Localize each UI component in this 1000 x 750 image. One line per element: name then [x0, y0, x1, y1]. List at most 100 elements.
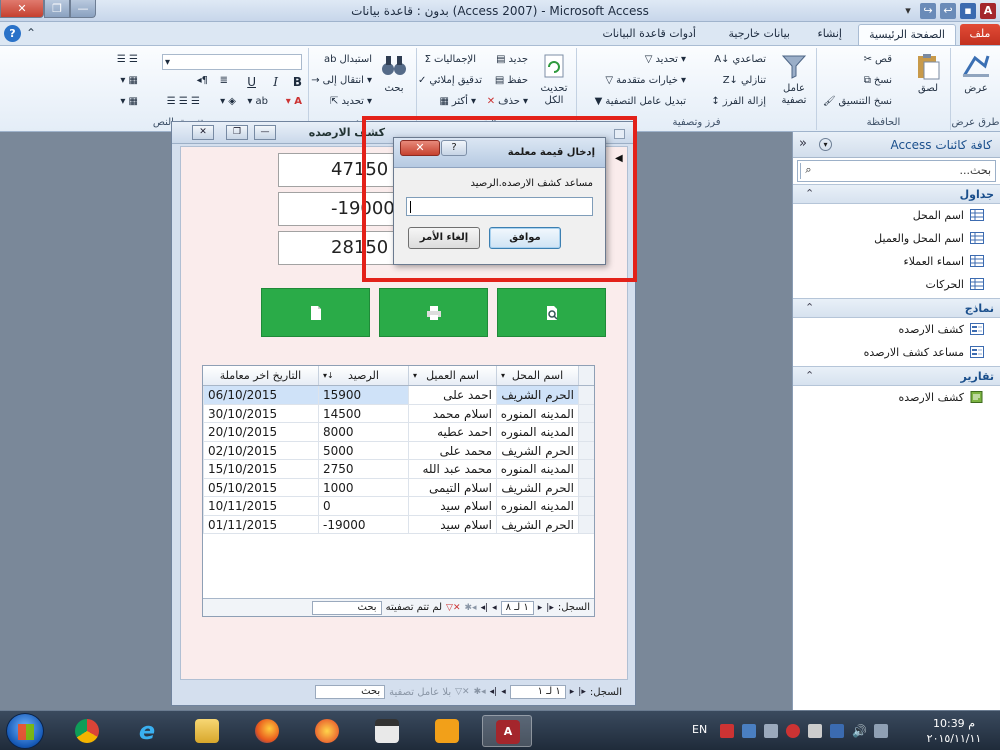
table-row[interactable]: الحرم الشريف اسلام التيمى 1000 05/10/2015	[203, 478, 594, 497]
cell-balance[interactable]: 2750	[318, 460, 408, 478]
volume-icon[interactable]: 🔊	[852, 724, 867, 738]
last-record-icon[interactable]: |◂	[481, 603, 489, 613]
align-right-icon[interactable]: ≣	[220, 75, 228, 86]
row-selector[interactable]	[578, 423, 594, 441]
tab-create[interactable]: إنشاء	[808, 24, 852, 45]
toggle-filter-button[interactable]: تبديل عامل التصفية ▼	[595, 96, 686, 107]
tab-database-tools[interactable]: أدوات قاعدة البيانات	[592, 24, 706, 45]
security-tray-icon[interactable]	[786, 724, 800, 738]
dialog-title-bar[interactable]: ✕ ? إدخال قيمة معلمة	[394, 138, 605, 168]
first-record-icon[interactable]: ▸|	[578, 687, 586, 697]
nav-item-form[interactable]: مساعد كشف الارصده	[793, 341, 1000, 364]
cell-shop[interactable]: الحرم الشريف	[496, 515, 578, 533]
column-header-balance[interactable]: الرصيد ▾↓	[318, 366, 408, 385]
totals-button[interactable]: الإجماليات Σ	[425, 54, 476, 65]
cell-balance[interactable]: 5000	[318, 441, 408, 459]
cell-balance[interactable]: 8000	[318, 423, 408, 441]
column-header-shop[interactable]: اسم المحل ▾	[496, 366, 578, 385]
spelling-button[interactable]: تدقيق إملائي ✓	[418, 75, 482, 86]
minimize-ribbon-icon[interactable]: ⌃	[26, 26, 36, 40]
filter-button[interactable]: عامل تصفية	[774, 52, 814, 107]
cell-balance[interactable]: 1000	[318, 478, 408, 496]
selection-button[interactable]: ▾ تحديد ▽	[645, 54, 686, 65]
record-position-input[interactable]: ١ لـ ١	[509, 685, 566, 699]
filter-status[interactable]: لم تتم تصفيته	[386, 602, 442, 613]
table-row[interactable]: الحرم الشريف احمد على 15900 06/10/2015	[203, 386, 594, 405]
table-row[interactable]: المدينه المنوره محمد عبد الله 2750 15/10/20…	[203, 460, 594, 479]
find-button[interactable]: بحث	[374, 52, 414, 95]
cell-shop[interactable]: المدينه المنوره	[496, 497, 578, 515]
chrome-taskbar-button[interactable]	[62, 715, 112, 747]
column-header-client[interactable]: اسم العميل ▾	[408, 366, 496, 385]
form-restore-button[interactable]: ❐	[226, 125, 248, 140]
new-record-icon[interactable]: ◂✱	[465, 603, 477, 613]
form-search-input[interactable]: بحث	[315, 685, 386, 699]
cut-button[interactable]: قص ✂	[864, 54, 892, 65]
nav-header[interactable]: كافة كائنات Access ▾ «	[793, 132, 1000, 158]
gridlines-icon[interactable]: ▦ ▾	[120, 75, 138, 86]
sort-ascending-button[interactable]: تصاعدي ↓A	[714, 54, 766, 65]
fill-color-icon[interactable]: ◈ ▾	[220, 96, 236, 107]
flag-tray-icon[interactable]	[808, 724, 822, 738]
cell-client[interactable]: اسلام سيد	[408, 515, 496, 533]
row-selector[interactable]	[578, 515, 594, 533]
start-button[interactable]	[6, 713, 44, 749]
cell-date[interactable]: 10/11/2015	[203, 497, 318, 515]
qat-customize-icon[interactable]: ▾	[900, 3, 916, 19]
cell-client[interactable]: محمد على	[408, 441, 496, 459]
italic-button[interactable]: I	[273, 75, 278, 89]
table-row[interactable]: الحرم الشريف اسلام سيد -19000 01/11/2015	[203, 515, 594, 534]
property-sheet-grip-icon[interactable]	[614, 129, 625, 139]
sort-descending-button[interactable]: تنازلي ↓Z	[723, 75, 766, 86]
collapse-icon[interactable]: ⌃	[805, 369, 814, 382]
last-record-icon[interactable]: |◂	[490, 687, 498, 697]
ok-button[interactable]: موافق	[489, 227, 561, 249]
save-record-button[interactable]: حفظ ▤	[495, 75, 528, 86]
filter-status[interactable]: بلا عامل تصفية	[389, 687, 451, 698]
table-row[interactable]: الحرم الشريف محمد على 5000 02/10/2015	[203, 441, 594, 460]
first-record-icon[interactable]: ▸|	[546, 603, 554, 613]
cell-date[interactable]: 01/11/2015	[203, 515, 318, 533]
cell-date[interactable]: 20/10/2015	[203, 423, 318, 441]
shutter-bar-icon[interactable]: «	[799, 136, 807, 151]
collapse-icon[interactable]: ⌃	[805, 301, 814, 314]
player-taskbar-button[interactable]	[422, 715, 472, 747]
filter-status-icon[interactable]: ✕▽	[446, 603, 460, 613]
select-all-cell[interactable]	[578, 366, 594, 385]
cell-shop[interactable]: المدينه المنوره	[496, 404, 578, 422]
cell-shop[interactable]: الحرم الشريف	[496, 441, 578, 459]
list-icon[interactable]: ☰ ☰	[117, 54, 138, 65]
cell-shop[interactable]: الحرم الشريف	[496, 386, 578, 404]
form-minimize-button[interactable]: —	[254, 125, 276, 140]
dialog-help-button[interactable]: ?	[441, 140, 467, 156]
row-selector[interactable]	[578, 478, 594, 496]
column-header-date[interactable]: التاريخ اخر معاملة	[203, 366, 318, 385]
subform-search-input[interactable]: بحث	[311, 600, 382, 615]
view-button[interactable]: عرض	[956, 52, 996, 95]
clapper-taskbar-button[interactable]	[362, 715, 412, 747]
cell-balance[interactable]: -19000	[318, 515, 408, 533]
nav-item-table[interactable]: اسماء العملاء	[793, 250, 1000, 273]
nav-item-table[interactable]: الحركات	[793, 273, 1000, 296]
record-position-input[interactable]: ١ لـ ٨	[500, 600, 534, 615]
nav-group-tables[interactable]: جداول ⌃	[793, 184, 1000, 204]
nav-menu-icon[interactable]: ▾	[819, 138, 832, 151]
remove-sort-button[interactable]: إزالة الفرز ↕	[711, 96, 766, 107]
table-row[interactable]: المدينه المنوره احمد عطيه 8000 20/10/2015	[203, 423, 594, 442]
alt-fill-icon[interactable]: ▦ ▾	[120, 96, 138, 107]
next-record-icon[interactable]: ◂	[492, 603, 497, 613]
firefox-taskbar-button[interactable]	[242, 715, 292, 747]
nav-item-table[interactable]: اسم المحل	[793, 204, 1000, 227]
cell-client[interactable]: اسلام سيد	[408, 497, 496, 515]
nav-item-table[interactable]: اسم المحل والعميل	[793, 227, 1000, 250]
row-selector[interactable]	[578, 404, 594, 422]
pdf-tray-icon[interactable]	[720, 724, 734, 738]
align-left-icon[interactable]: ☰ ☰ ☰	[167, 96, 200, 107]
device-tray-icon[interactable]	[764, 724, 778, 738]
parameter-value-input[interactable]	[406, 197, 593, 216]
chevron-down-icon[interactable]: ▾	[413, 366, 417, 385]
row-selector[interactable]	[578, 497, 594, 515]
new-record-button[interactable]: جديد ▤	[496, 54, 528, 65]
format-painter-button[interactable]: نسخ التنسيق 🖌	[823, 96, 892, 107]
battery-tray-icon[interactable]	[874, 724, 888, 738]
